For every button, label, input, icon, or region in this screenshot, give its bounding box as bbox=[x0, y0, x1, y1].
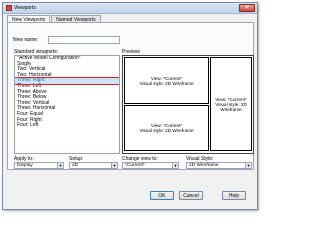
change-view-value: *Current* bbox=[125, 163, 145, 168]
visual-style-value: 2D Wireframe bbox=[189, 163, 219, 168]
change-view-select[interactable]: *Current* ▼ bbox=[122, 162, 179, 169]
chevron-down-icon: ▼ bbox=[57, 163, 63, 168]
chevron-down-icon: ▼ bbox=[111, 163, 117, 168]
standard-viewports-list[interactable]: *Active Model Configuration* Single Two:… bbox=[14, 55, 120, 154]
viewport-style-text: Visual style: 2D Wireframe bbox=[215, 101, 247, 112]
title-bar: Viewports ✕ bbox=[3, 3, 257, 14]
chevron-down-icon: ▼ bbox=[245, 163, 251, 168]
preview-viewport-bottom-left: View: *Current* Visual style: 2D Wirefra… bbox=[124, 105, 209, 151]
viewport-style-text: Visual style: 2D Wireframe bbox=[139, 128, 194, 133]
viewports-dialog: Viewports ✕ New Viewports Named Viewport… bbox=[2, 2, 258, 210]
apply-to-select[interactable]: Display ▼ bbox=[14, 162, 64, 169]
setup-select[interactable]: 2D ▼ bbox=[69, 162, 118, 169]
new-name-input[interactable] bbox=[48, 36, 120, 44]
ok-button[interactable]: OK bbox=[150, 191, 174, 200]
apply-to-value: Display bbox=[17, 163, 33, 168]
setup-value: 2D bbox=[72, 163, 79, 168]
preview-viewport-right: View: *Current* Visual style: 2D Wirefra… bbox=[210, 57, 252, 151]
window-title: Viewports bbox=[14, 5, 36, 11]
help-button[interactable]: Help bbox=[222, 191, 246, 200]
preview-viewport-top-left: View: *Current* Visual style: 2D Wirefra… bbox=[124, 57, 209, 104]
cancel-button[interactable]: Cancel bbox=[179, 191, 203, 200]
list-item[interactable]: Four: Left bbox=[15, 123, 119, 129]
app-icon bbox=[6, 5, 12, 11]
visual-style-select[interactable]: 2D Wireframe ▼ bbox=[186, 162, 252, 169]
close-button[interactable]: ✕ bbox=[239, 4, 255, 12]
chevron-down-icon: ▼ bbox=[172, 163, 178, 168]
new-name-label: New name: bbox=[13, 37, 39, 43]
viewport-preview: View: *Current* Visual style: 2D Wirefra… bbox=[122, 55, 254, 154]
viewport-style-text: Visual style: 2D Wireframe bbox=[139, 80, 194, 86]
tab-panel: New name: Standard viewports: *Active Mo… bbox=[7, 22, 254, 170]
